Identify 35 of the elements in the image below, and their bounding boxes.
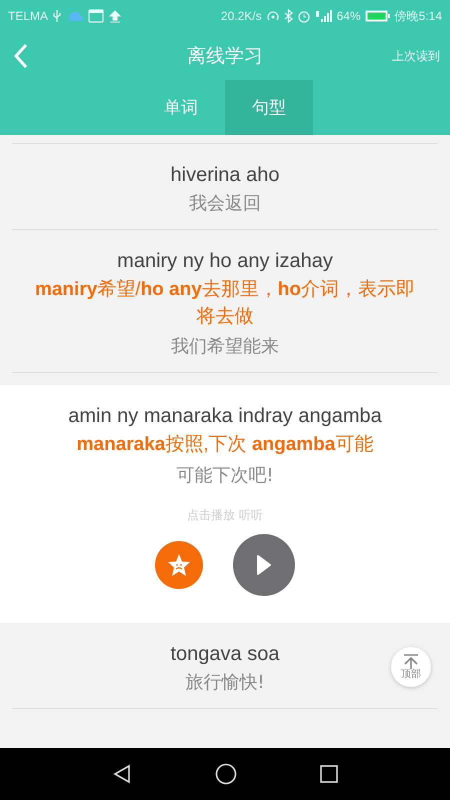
word-note: maniry希望/ho any去那里，ho介词，表示即将去做 xyxy=(34,278,416,329)
back-nav-icon[interactable] xyxy=(112,764,132,784)
sentence-text: maniry ny ho any izahay xyxy=(117,250,333,273)
clock-time: 傍晚5:14 xyxy=(394,8,442,24)
carrier-name: TELMA xyxy=(8,9,48,23)
usb-icon xyxy=(52,9,62,23)
hotspot-icon xyxy=(266,9,280,23)
word-note: manaraka按照,下次 angamba可能 xyxy=(76,433,374,458)
star-face-icon xyxy=(167,552,191,577)
home-nav-icon[interactable] xyxy=(214,763,237,785)
upload-icon xyxy=(108,9,122,23)
calendar-icon xyxy=(88,9,104,23)
signal-icon xyxy=(314,9,333,23)
sentence-text: amin ny manaraka indray angamba xyxy=(68,405,382,428)
network-speed: 20.2K/s xyxy=(220,9,262,23)
sentence-translation: 可能下次吧! xyxy=(176,464,274,487)
alarm-icon xyxy=(296,9,311,23)
play-icon xyxy=(256,554,272,575)
arrow-up-icon xyxy=(402,654,420,670)
back-to-top-button[interactable]: 顶部 xyxy=(391,647,431,687)
sentence-translation: 我会返回 xyxy=(189,192,261,215)
bluetooth-icon xyxy=(284,9,293,23)
battery-icon xyxy=(364,9,391,23)
sentence-text: tongava soa xyxy=(170,643,280,666)
favorite-button[interactable] xyxy=(155,540,203,589)
sentence-translation: 我们希望能来 xyxy=(171,335,279,358)
battery-percent: 64% xyxy=(336,9,361,23)
cloud-icon xyxy=(66,9,84,23)
recents-nav-icon[interactable] xyxy=(320,765,338,783)
chevron-left-icon xyxy=(14,43,28,69)
sentence-row[interactable]: hiverina aho 我会返回 xyxy=(12,144,438,230)
sentence-row[interactable]: maniry ny ho any izahay maniry希望/ho any去那里，ho介词，表示即将去做 我们希望能来 xyxy=(12,230,438,374)
sentence-text: hiverina aho xyxy=(170,164,280,187)
page-title: 离线学习 xyxy=(187,44,263,69)
sentence-translation: 旅行愉快! xyxy=(185,671,265,694)
